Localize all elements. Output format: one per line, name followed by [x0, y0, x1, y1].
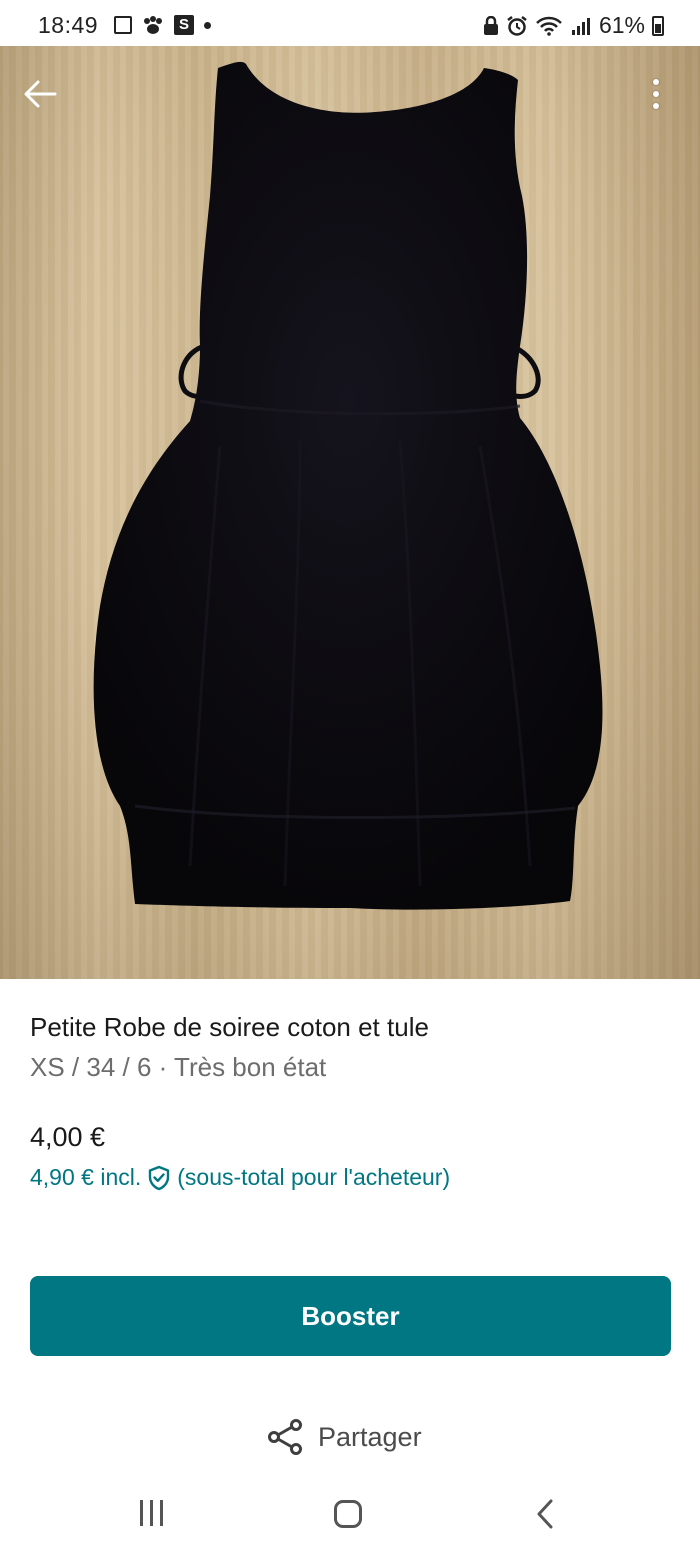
share-icon — [268, 1419, 302, 1455]
status-time: 18:49 — [38, 12, 99, 38]
share-label: Partager — [318, 1421, 422, 1452]
price-incl-note: (sous-total pour l'acheteur) — [177, 1164, 451, 1190]
more-options-button[interactable] — [628, 66, 684, 122]
battery-icon — [652, 15, 664, 36]
gallery-notification-icon — [114, 16, 132, 34]
shield-check-icon — [149, 1165, 170, 1190]
item-title: Petite Robe de soiree coton et tule — [30, 1012, 429, 1042]
battery-percent: 61% — [598, 12, 645, 38]
booster-button[interactable]: Booster — [30, 1276, 671, 1356]
home-icon[interactable] — [334, 1500, 362, 1528]
share-button[interactable]: Partager — [266, 1418, 422, 1456]
paw-notification-icon — [144, 16, 162, 34]
system-nav-bar — [0, 1478, 700, 1559]
wifi-icon — [536, 16, 562, 36]
lock-icon — [483, 15, 498, 35]
notification-icons: S — [114, 15, 211, 35]
more-notifications-icon — [204, 21, 211, 29]
price-incl-amount: 4,90 € incl. — [30, 1164, 142, 1190]
alarm-icon — [507, 15, 527, 36]
item-details: XS / 34 / 6 · Très bon état — [30, 1052, 327, 1082]
nav-back-icon[interactable] — [535, 1498, 555, 1530]
system-icons: 61% — [483, 12, 664, 39]
more-vertical-icon — [653, 79, 659, 109]
product-photo[interactable] — [0, 46, 700, 979]
recents-icon[interactable] — [140, 1500, 163, 1526]
back-arrow-icon — [24, 80, 57, 108]
dress-image — [93, 61, 603, 910]
item-price: 4,00 € — [30, 1122, 106, 1152]
s-notification-icon: S — [174, 15, 194, 35]
back-button[interactable] — [12, 66, 68, 122]
buyer-protection-price[interactable]: 4,90 € incl. (sous-total pour l'acheteur… — [30, 1164, 450, 1191]
signal-icon — [571, 17, 590, 35]
status-bar: 18:49 S 61% — [0, 0, 700, 46]
